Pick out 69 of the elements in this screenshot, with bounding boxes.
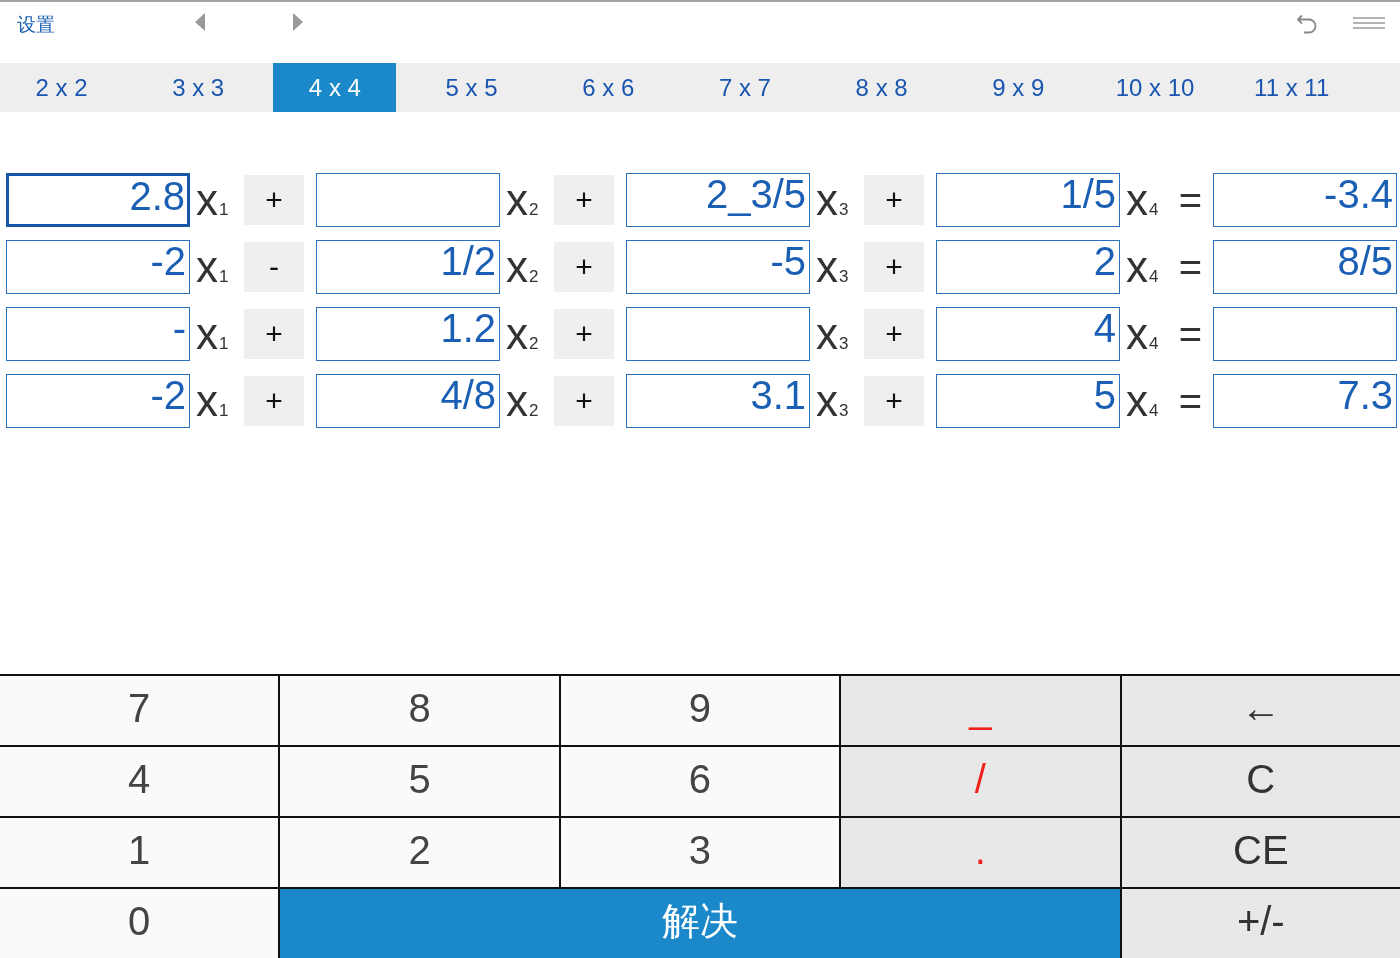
right-arrow-icon[interactable] — [293, 13, 303, 31]
operator-button[interactable]: + — [864, 309, 924, 359]
key-button[interactable]: 4 — [0, 747, 279, 816]
coefficient-field[interactable] — [316, 173, 500, 227]
coefficient-field[interactable]: 4/8 — [316, 374, 500, 428]
constant-field[interactable]: 7.3 — [1213, 374, 1397, 428]
coefficient-field[interactable] — [626, 307, 810, 361]
coefficient-field[interactable]: -2 — [6, 240, 190, 294]
size-tab[interactable]: 11 x 11 — [1230, 63, 1354, 112]
key-button[interactable]: 8 — [280, 676, 559, 745]
key-button[interactable]: +/- — [1121, 889, 1400, 958]
coefficient-field[interactable]: 2.8 — [6, 173, 190, 227]
key-button[interactable]: 1 — [0, 818, 279, 887]
constant-field[interactable] — [1213, 307, 1397, 361]
operator-button[interactable]: + — [864, 175, 924, 225]
size-tab[interactable]: 8 x 8 — [820, 63, 944, 112]
key-button[interactable]: _ — [841, 676, 1120, 745]
coefficient-field[interactable]: 5 — [936, 374, 1120, 428]
operator-button[interactable]: + — [244, 376, 304, 426]
coefficient-field[interactable]: 2_3/5 — [626, 173, 810, 227]
size-tab[interactable]: 3 x 3 — [136, 63, 260, 112]
size-tab[interactable]: 7 x 7 — [683, 63, 807, 112]
constant-field[interactable]: -3.4 — [1213, 173, 1397, 227]
coefficient-field[interactable]: 1/2 — [316, 240, 500, 294]
key-button[interactable]: 0 — [0, 889, 279, 958]
operator-button[interactable]: + — [554, 242, 614, 292]
coefficient-field[interactable]: -2 — [6, 374, 190, 428]
settings-link[interactable]: 设置 — [17, 14, 55, 36]
operator-button[interactable]: + — [864, 376, 924, 426]
key-button[interactable]: 7 — [0, 676, 279, 745]
operator-button[interactable]: + — [244, 175, 304, 225]
constant-field[interactable]: 8/5 — [1213, 240, 1397, 294]
equals-sign: = — [1177, 378, 1204, 425]
left-arrow-icon[interactable] — [195, 13, 205, 31]
coefficient-field[interactable]: 1.2 — [316, 307, 500, 361]
equals-sign: = — [1177, 311, 1204, 358]
operator-button[interactable]: + — [864, 242, 924, 292]
operator-button[interactable]: + — [554, 309, 614, 359]
equals-sign: = — [1177, 244, 1204, 291]
coefficient-field[interactable]: 3.1 — [626, 374, 810, 428]
size-tab[interactable]: 10 x 10 — [1093, 63, 1217, 112]
undo-icon[interactable] — [1296, 14, 1318, 35]
coefficient-field[interactable]: 4 — [936, 307, 1120, 361]
key-button[interactable]: . — [841, 818, 1120, 887]
key-button[interactable]: CE — [1121, 818, 1400, 887]
size-tab[interactable]: 5 x 5 — [410, 63, 534, 112]
operator-button[interactable]: - — [244, 242, 304, 292]
coefficient-field[interactable]: 2 — [936, 240, 1120, 294]
coefficient-field[interactable]: -5 — [626, 240, 810, 294]
size-tab[interactable]: 9 x 9 — [956, 63, 1080, 112]
key-button[interactable]: 5 — [280, 747, 559, 816]
key-button[interactable]: 9 — [560, 676, 840, 745]
key-button[interactable]: 6 — [560, 747, 840, 816]
solve-button[interactable]: 解决 — [280, 889, 1120, 958]
equals-sign: = — [1177, 177, 1204, 224]
size-tab[interactable]: 4 x 4 — [273, 63, 397, 112]
key-button[interactable]: / — [841, 747, 1120, 816]
operator-button[interactable]: + — [244, 309, 304, 359]
key-button[interactable]: ← — [1121, 676, 1400, 745]
coefficient-field[interactable]: - — [6, 307, 190, 361]
key-button[interactable]: C — [1121, 747, 1400, 816]
size-tab[interactable]: 2 x 2 — [0, 63, 123, 112]
size-tab[interactable]: 6 x 6 — [546, 63, 670, 112]
key-button[interactable]: 3 — [560, 818, 840, 887]
coefficient-field[interactable]: 1/5 — [936, 173, 1120, 227]
menu-icon[interactable] — [1353, 17, 1385, 29]
operator-button[interactable]: + — [554, 175, 614, 225]
key-button[interactable]: 2 — [280, 818, 559, 887]
operator-button[interactable]: + — [554, 376, 614, 426]
